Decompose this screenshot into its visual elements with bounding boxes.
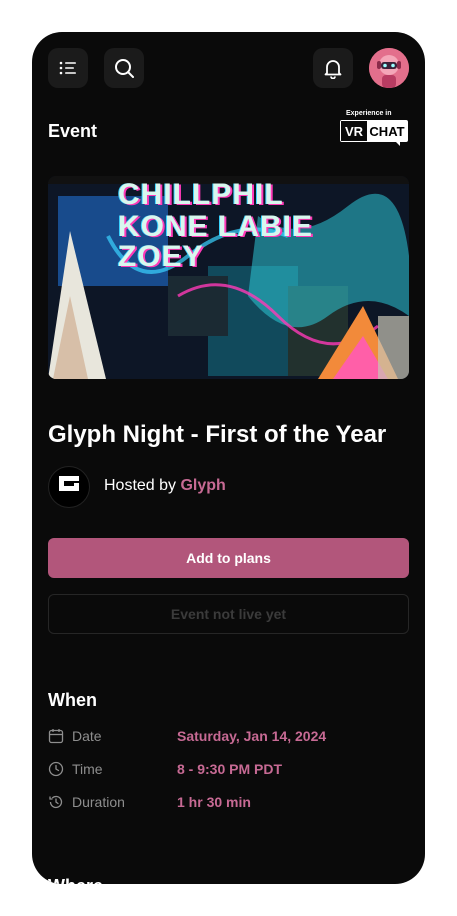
clock-icon bbox=[48, 761, 64, 777]
vrchat-badge-vr: VR bbox=[341, 121, 367, 141]
vrchat-badge[interactable]: Experience in VR CHAT bbox=[340, 110, 408, 150]
event-banner-image: CHILLPHIL KONE LABIE ZOEY bbox=[48, 176, 409, 379]
notifications-button[interactable] bbox=[313, 48, 353, 88]
event-title: Glyph Night - First of the Year bbox=[48, 421, 387, 448]
search-button[interactable] bbox=[104, 48, 144, 88]
vrchat-badge-chat: CHAT bbox=[367, 121, 407, 141]
where-heading: Where bbox=[48, 876, 103, 884]
banner-line-2: KONE LABIE bbox=[118, 210, 314, 243]
date-row: Date Saturday, Jan 14, 2024 bbox=[48, 726, 409, 746]
list-menu-icon bbox=[59, 61, 76, 75]
host-logo[interactable] bbox=[48, 466, 90, 508]
time-label: Time bbox=[72, 761, 103, 777]
event-not-live-button: Event not live yet bbox=[48, 594, 409, 634]
user-avatar[interactable] bbox=[369, 48, 409, 88]
date-label: Date bbox=[72, 728, 102, 744]
app-screen: Event Experience in VR CHAT CHILLPHIL KO bbox=[32, 32, 425, 884]
host-name-link[interactable]: Glyph bbox=[180, 477, 225, 494]
date-value: Saturday, Jan 14, 2024 bbox=[177, 728, 327, 744]
duration-value: 1 hr 30 min bbox=[177, 794, 251, 810]
banner-line-3: ZOEY bbox=[118, 240, 204, 273]
duration-label: Duration bbox=[72, 794, 125, 810]
add-to-plans-button[interactable]: Add to plans bbox=[48, 538, 409, 578]
banner-line-1: CHILLPHIL bbox=[118, 178, 284, 211]
menu-button[interactable] bbox=[48, 48, 88, 88]
section-label: Event bbox=[48, 121, 98, 141]
time-value: 8 - 9:30 PM PDT bbox=[177, 761, 283, 777]
bell-icon bbox=[324, 60, 342, 79]
time-row: Time 8 - 9:30 PM PDT bbox=[48, 759, 409, 779]
vrchat-badge-top-text: Experience in bbox=[346, 110, 392, 117]
robot-avatar-icon bbox=[369, 48, 409, 88]
duration-row: Duration 1 hr 30 min bbox=[48, 792, 409, 812]
search-icon bbox=[115, 59, 134, 78]
history-icon bbox=[49, 795, 63, 809]
when-heading: When bbox=[48, 690, 97, 710]
hosted-by-prefix: Hosted by bbox=[104, 477, 181, 494]
glyph-logo-icon bbox=[59, 476, 79, 491]
calendar-icon bbox=[48, 729, 64, 744]
hosted-by-text: Hosted by Glyph bbox=[104, 477, 226, 495]
